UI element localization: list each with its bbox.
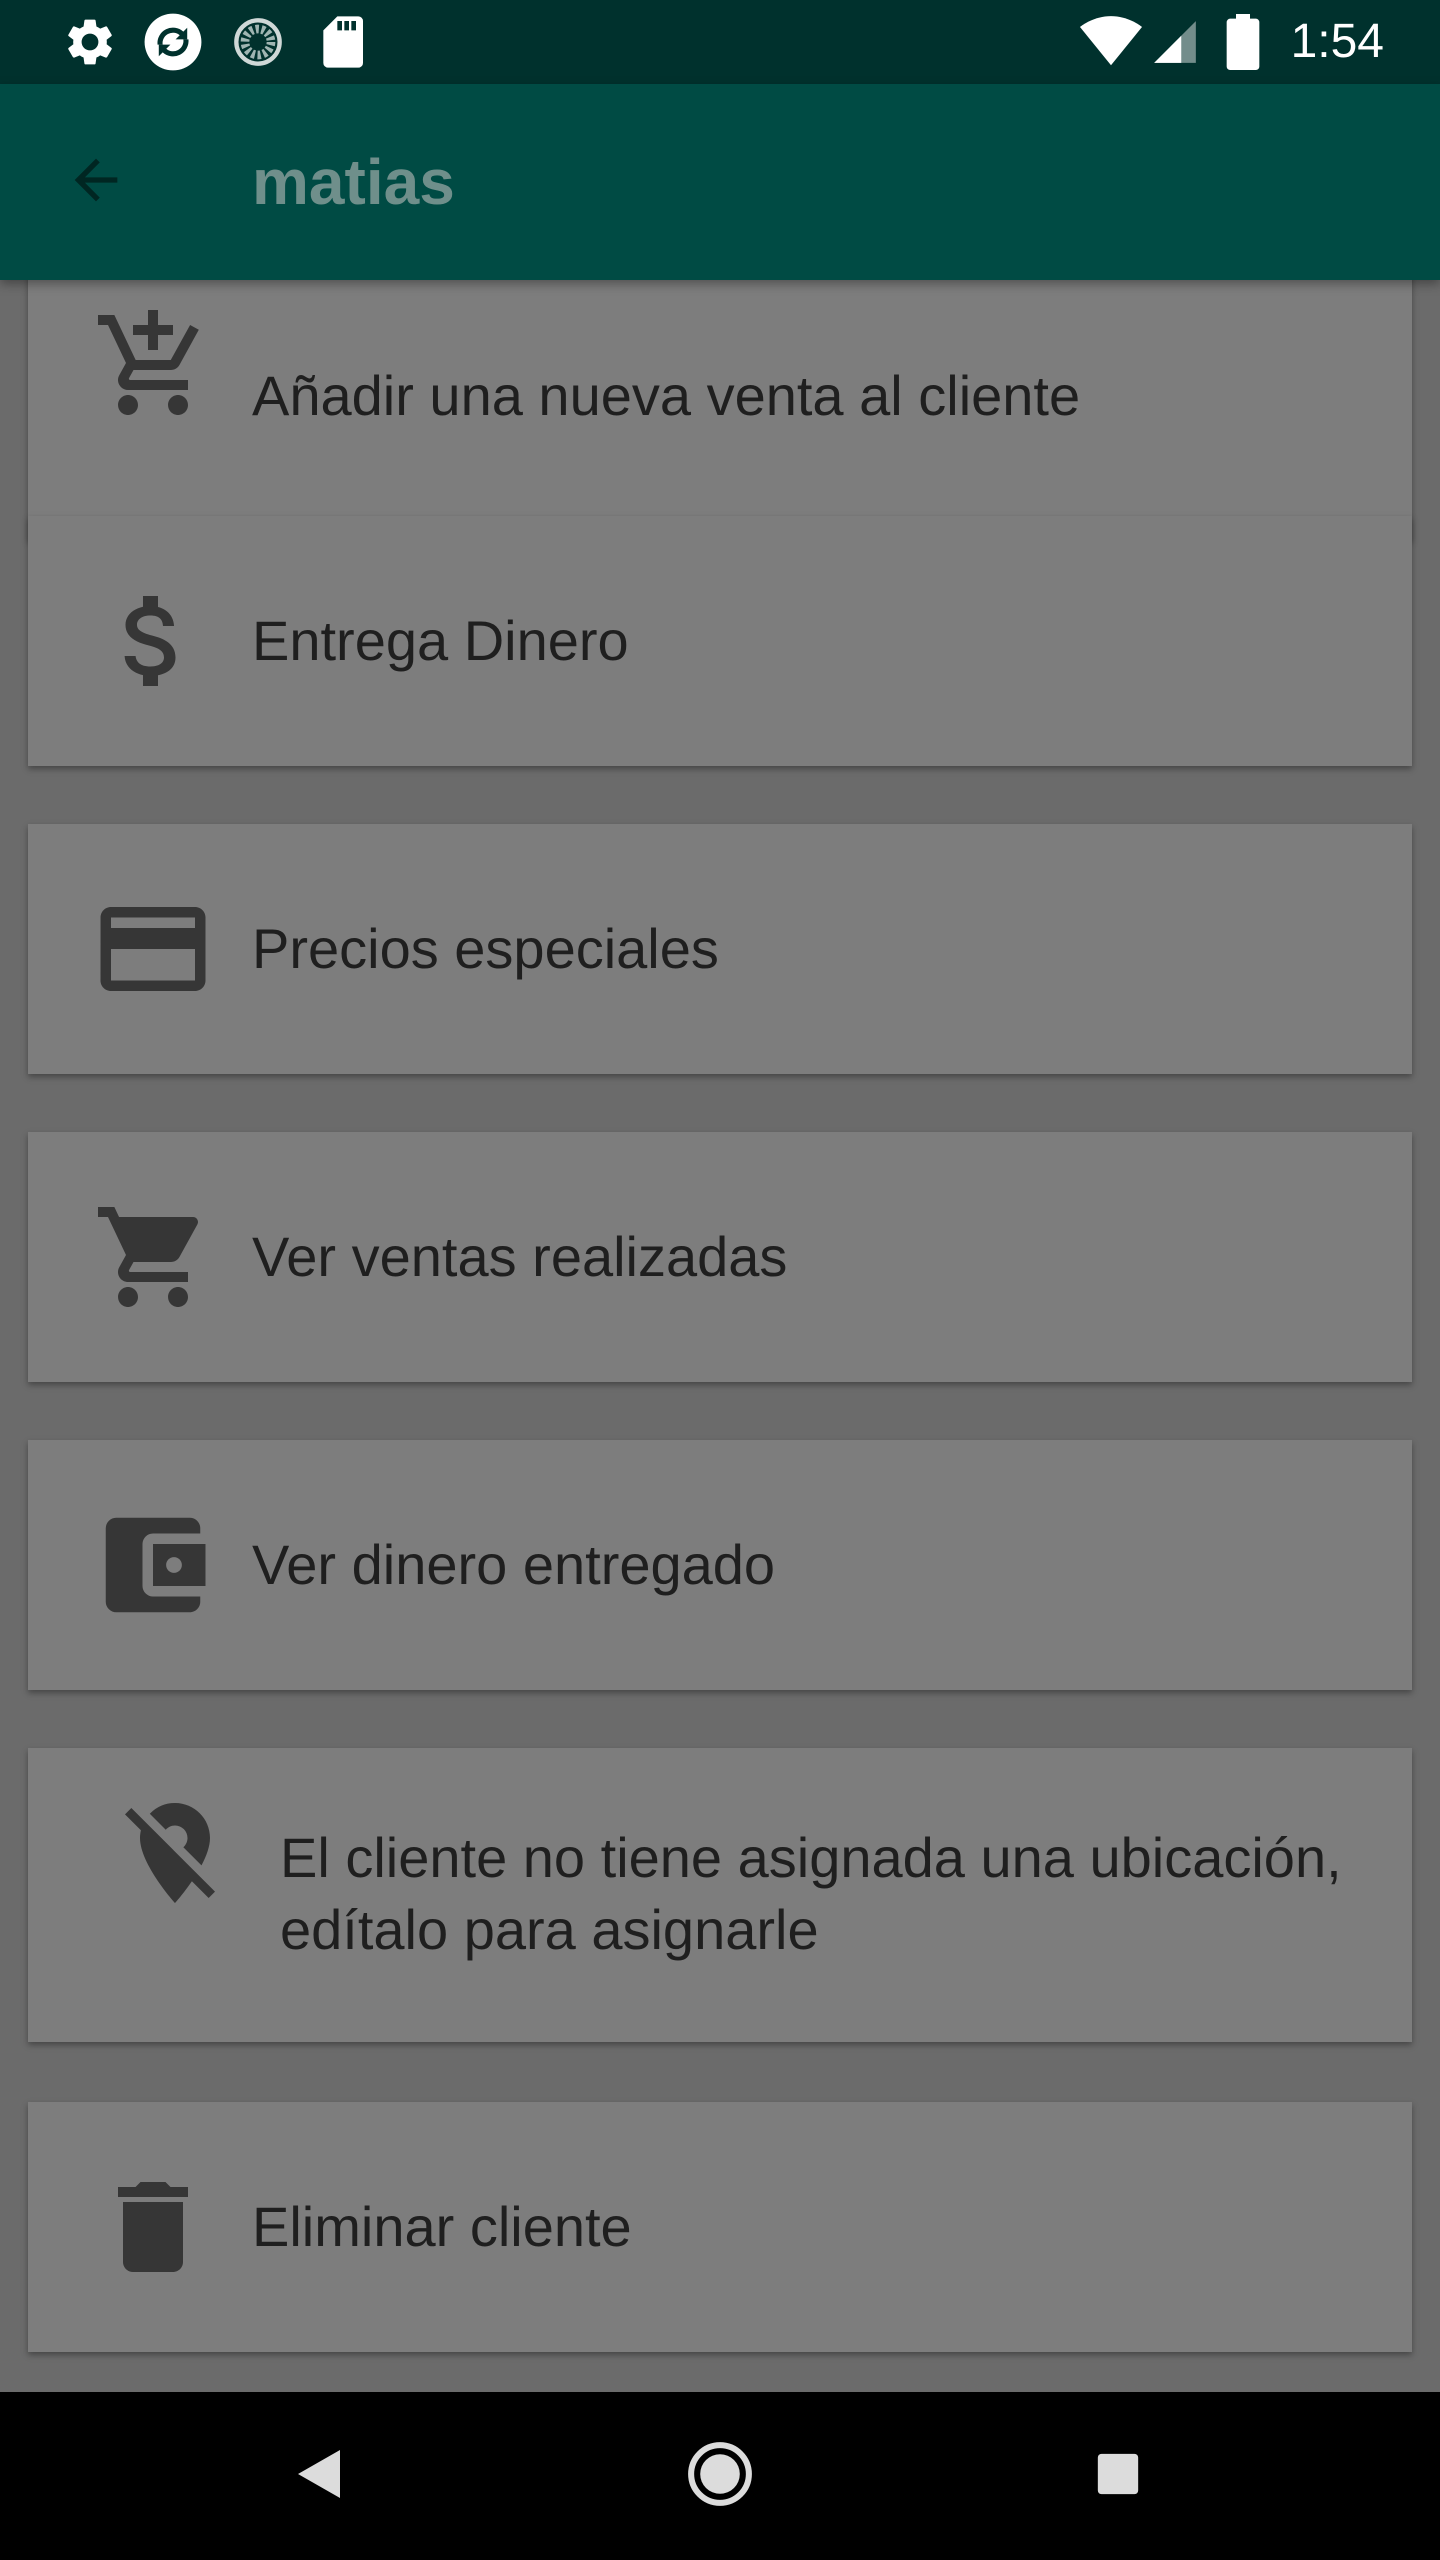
- menu-item-location[interactable]: El cliente no tiene asignada una ubicaci…: [28, 1748, 1412, 2042]
- settings-icon: [62, 14, 118, 70]
- menu-item-view-sales[interactable]: Ver ventas realizadas: [28, 1132, 1412, 1382]
- nav-back-button[interactable]: [260, 2416, 380, 2536]
- sd-card-icon: [318, 14, 366, 70]
- nav-recents-button[interactable]: [1058, 2416, 1178, 2536]
- battery-icon: [1226, 14, 1260, 70]
- sync-app-icon: [142, 13, 204, 71]
- page-title: matias: [252, 146, 455, 218]
- status-bar: 1:54: [0, 0, 1440, 84]
- signal-icon: [1150, 14, 1200, 70]
- wallet-icon: [88, 1500, 218, 1630]
- wifi-icon: [1080, 14, 1142, 70]
- menu-item-special-prices[interactable]: Precios especiales: [28, 824, 1412, 1074]
- nav-home-button[interactable]: [660, 2416, 780, 2536]
- menu-item-label: El cliente no tiene asignada una ubicaci…: [280, 1826, 1342, 1961]
- nav-recents-icon: [1096, 2452, 1140, 2501]
- location-off-icon: [110, 1788, 240, 1918]
- add-shopping-cart-icon: [88, 300, 218, 430]
- back-button[interactable]: [48, 134, 144, 230]
- dollar-icon: [88, 576, 218, 706]
- menu-item-view-money[interactable]: Ver dinero entregado: [28, 1440, 1412, 1690]
- delete-icon: [88, 2162, 218, 2292]
- menu-item-label: Entrega Dinero: [252, 609, 629, 672]
- menu-item-label: Añadir una nueva venta al cliente: [252, 364, 1081, 427]
- menu-item-label: Precios especiales: [252, 917, 719, 980]
- nav-home-icon: [687, 2441, 753, 2512]
- menu-item-deliver-money[interactable]: Entrega Dinero: [28, 516, 1412, 766]
- loading-app-icon: [232, 14, 284, 70]
- nav-back-icon: [296, 2448, 344, 2505]
- navigation-bar: [0, 2392, 1440, 2560]
- menu-item-add-sale[interactable]: Añadir una nueva venta al cliente: [28, 280, 1412, 540]
- menu-item-label: Ver ventas realizadas: [252, 1225, 788, 1288]
- arrow-back-icon: [64, 148, 128, 217]
- menu-item-label: Ver dinero entregado: [252, 1533, 776, 1596]
- menu-item-delete-client[interactable]: Eliminar cliente: [28, 2102, 1412, 2352]
- status-clock: 1:54: [1290, 15, 1384, 68]
- client-menu: Añadir una nueva venta al cliente Entreg…: [0, 280, 1440, 2392]
- app-bar: matias: [0, 84, 1440, 280]
- menu-item-label: Eliminar cliente: [252, 2195, 632, 2258]
- credit-card-icon: [88, 884, 218, 1014]
- shopping-cart-icon: [88, 1192, 218, 1322]
